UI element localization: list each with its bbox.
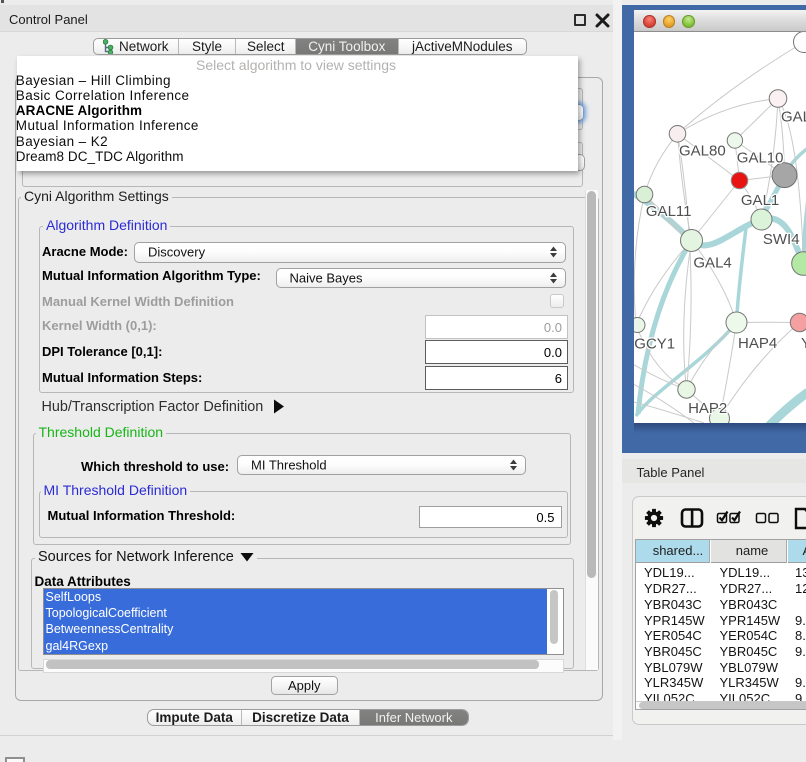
svg-text:HAP4: HAP4	[738, 334, 777, 351]
svg-text:SWI4: SWI4	[762, 231, 799, 248]
svg-text:GAL: GAL	[781, 108, 806, 125]
svg-text:GAL1: GAL1	[740, 192, 778, 209]
svg-text:HAP2: HAP2	[688, 399, 727, 416]
svg-text:GAL80: GAL80	[679, 142, 726, 159]
svg-text:GAL11: GAL11	[645, 203, 691, 220]
svg-text:GAL4: GAL4	[693, 254, 731, 271]
svg-text:Y: Y	[801, 334, 806, 351]
svg-text:GAL10: GAL10	[736, 149, 783, 166]
svg-text:GCY1: GCY1	[634, 335, 675, 352]
